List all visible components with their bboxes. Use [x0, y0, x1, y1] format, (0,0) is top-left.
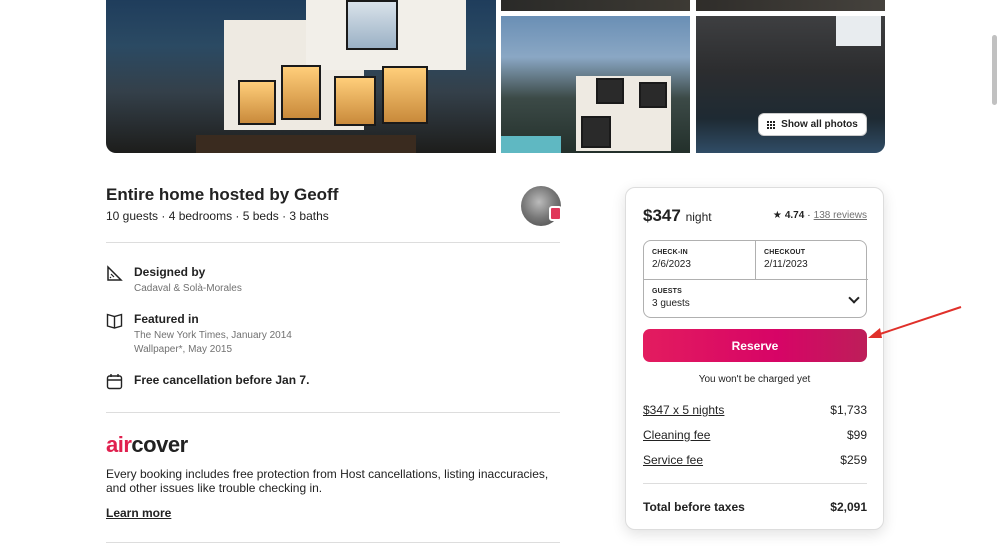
aircover-logo: aircover	[106, 432, 188, 457]
price-line-nights: $347 x 5 nights $1,733	[643, 403, 867, 417]
grid-icon	[767, 120, 776, 129]
feature-detail: Cadaval & Solà-Morales	[134, 283, 242, 294]
total-amount: $2,091	[830, 500, 867, 514]
annotation-arrow-icon	[868, 306, 962, 338]
page-scrollbar[interactable]	[992, 35, 997, 105]
total-before-taxes: Total before taxes $2,091	[643, 500, 867, 514]
feature-detail: The New York Times, January 2014	[134, 330, 292, 341]
line-item-amount: $99	[846, 428, 867, 442]
aircover-description: Every booking includes free protection f…	[106, 467, 549, 495]
no-charge-notice: You won't be charged yet	[698, 374, 811, 385]
section-divider	[106, 242, 560, 243]
guests-label: GUESTS	[652, 288, 682, 295]
checkout-label: CHECKOUT	[764, 249, 806, 256]
rating-separator: ·	[807, 210, 811, 221]
guests-selector[interactable]: GUESTS 3 guests	[644, 279, 868, 319]
photo-3[interactable]	[696, 0, 885, 11]
checkout-value: 2/11/2023	[764, 259, 808, 270]
photo-4[interactable]	[501, 16, 690, 153]
line-item-label[interactable]: Cleaning fee	[643, 428, 710, 442]
date-guest-picker: CHECK-IN 2/6/2023 CHECKOUT 2/11/2023 GUE…	[643, 240, 868, 319]
show-all-photos-label: Show all photos	[781, 119, 858, 130]
show-all-photos-button[interactable]: Show all photos	[758, 113, 867, 136]
booking-card: $347 night ★ 4.74 · 138 reviews CHECK-IN…	[625, 187, 884, 530]
listing-subtitle: 10 guests · 4 bedrooms · 5 beds · 3 bath…	[106, 209, 329, 223]
line-item-label[interactable]: $347 x 5 nights	[643, 403, 724, 417]
nightly-price: $347 night	[643, 206, 712, 225]
photo-2[interactable]	[501, 0, 690, 11]
reviews-link[interactable]: 138 reviews	[814, 210, 867, 221]
superhost-badge-icon	[549, 206, 562, 221]
checkout-field[interactable]: CHECKOUT 2/11/2023	[756, 241, 868, 279]
rating-summary: ★ 4.74 · 138 reviews	[773, 210, 867, 221]
feature-detail: Wallpaper*, May 2015	[134, 344, 233, 355]
main-photo[interactable]	[106, 0, 496, 153]
listing-title: Entire home hosted by Geoff	[106, 185, 339, 204]
guests-value: 3 guests	[652, 298, 690, 309]
checkin-field[interactable]: CHECK-IN 2/6/2023	[644, 241, 756, 279]
star-icon: ★	[772, 210, 782, 221]
checkin-label: CHECK-IN	[652, 249, 688, 256]
section-divider	[106, 412, 560, 413]
line-item-label[interactable]: Service fee	[643, 453, 703, 467]
feature-title: Featured in	[134, 312, 199, 326]
feature-title: Designed by	[134, 265, 206, 279]
total-label: Total before taxes	[643, 500, 745, 514]
learn-more-link[interactable]: Learn more	[106, 506, 171, 520]
line-item-amount: $1,733	[830, 403, 867, 417]
rating-value: 4.74	[784, 210, 805, 221]
calendar-icon	[106, 374, 123, 390]
checkin-value: 2/6/2023	[652, 259, 691, 270]
line-item-amount: $259	[840, 453, 867, 467]
design-icon	[107, 265, 123, 281]
card-divider	[643, 483, 867, 484]
price-line-cleaning: Cleaning fee $99	[643, 428, 867, 442]
feature-title: Free cancellation before Jan 7.	[134, 373, 310, 387]
price-line-service: Service fee $259	[643, 453, 867, 467]
section-divider	[106, 542, 560, 543]
book-icon	[106, 313, 123, 329]
reserve-button[interactable]: Reserve	[643, 329, 867, 362]
